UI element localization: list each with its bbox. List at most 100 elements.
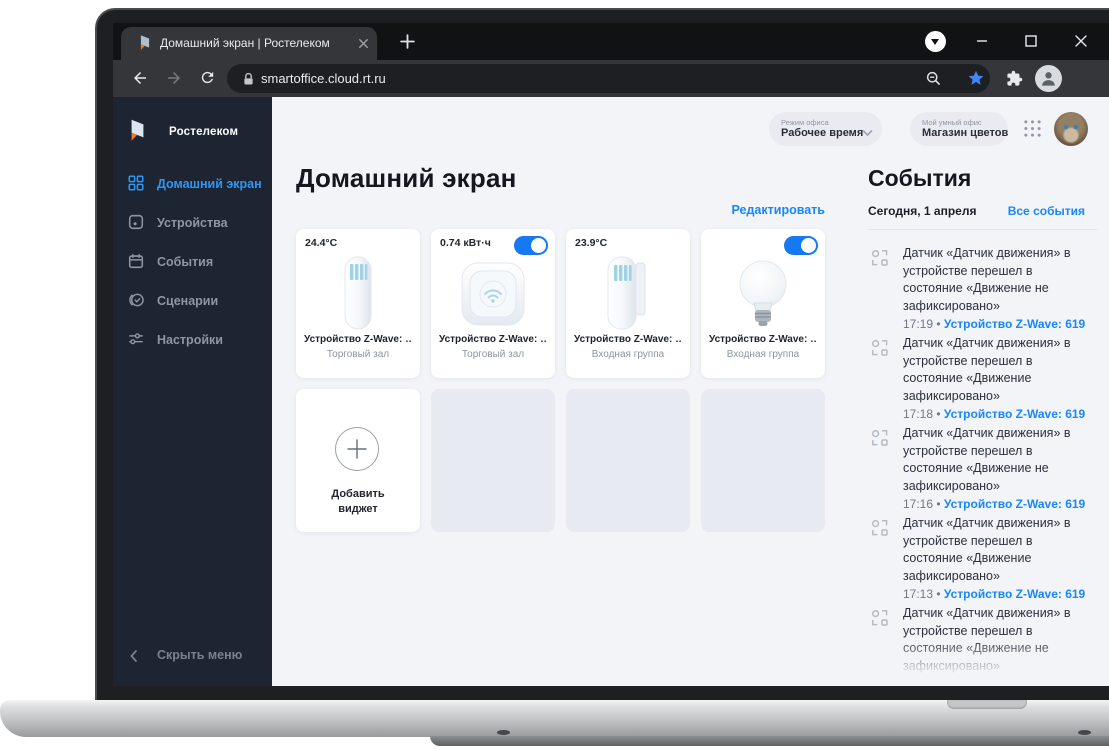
browser-window: Домашний экран | Ростелеком — [113, 23, 1109, 686]
empty-widget-slot — [431, 389, 555, 532]
event-item: Датчик «Датчик движения» в устройстве пе… — [868, 335, 1100, 424]
power-toggle-on[interactable] — [514, 236, 548, 255]
sensor-device-icon — [870, 248, 890, 273]
event-text: Датчик «Датчик движения» в устройстве пе… — [903, 245, 1079, 315]
address-bar[interactable]: smartoffice.cloud.rt.ru — [227, 64, 990, 93]
chevron-down-icon — [862, 124, 873, 142]
sidebar-item-label: Устройства — [157, 216, 228, 230]
widget-name: Устройство Z-Wave: … — [709, 334, 817, 345]
event-item: Датчик «Датчик движения» в устройстве пе… — [868, 245, 1100, 334]
all-events-link[interactable]: Все события — [973, 204, 1085, 218]
scenarios-icon — [127, 291, 145, 314]
tab-title: Домашний экран | Ростелеком — [160, 36, 330, 50]
event-item: Датчик «Датчик движения» в устройстве пе… — [868, 515, 1100, 604]
empty-widget-slot — [701, 389, 825, 532]
sidebar-item-scenarios[interactable]: Сценарии — [113, 289, 272, 315]
widget-card-light-bulb[interactable]: Устройство Z-Wave: … Входная группа — [701, 229, 825, 378]
collapse-menu-label: Скрыть меню — [157, 648, 242, 662]
sidebar-item-settings[interactable]: Настройки — [113, 328, 272, 354]
calendar-icon — [127, 252, 145, 275]
power-toggle-on[interactable] — [784, 236, 818, 255]
event-time: 17:19 — [903, 317, 933, 331]
office-mode-dropdown[interactable]: Режим офиса Рабочее время — [769, 112, 882, 146]
event-separator: • — [936, 587, 940, 601]
edit-widgets-link[interactable]: Редактировать — [296, 203, 825, 217]
laptop-base — [0, 700, 1109, 737]
faded-timestamp-placeholder — [903, 681, 1071, 686]
grid-icon — [127, 174, 145, 197]
laptop-foot — [497, 730, 510, 735]
widget-status: 23.9°C — [575, 237, 607, 249]
event-item: Датчик «Датчик движения» в устройстве пе… — [868, 425, 1100, 514]
events-divider — [868, 229, 1097, 230]
widget-location: Торговый зал — [304, 349, 412, 360]
office-selector-label: Мой умный офис — [922, 118, 982, 127]
sidebar-item-events[interactable]: События — [113, 250, 272, 276]
event-time: 17:18 — [903, 407, 933, 421]
widget-card-smart-plug[interactable]: 0.74 кВт·ч Устройство Z-Wave: … — [431, 229, 555, 378]
laptop-foot — [1078, 730, 1091, 735]
bookmark-star-icon[interactable] — [967, 69, 985, 92]
event-item: Датчик «Датчик движения» в устройстве пе… — [868, 605, 1100, 686]
browser-tab-strip: Домашний экран | Ростелеком — [113, 23, 1109, 60]
user-avatar[interactable] — [1054, 112, 1088, 146]
smart-plug-image — [431, 261, 555, 332]
event-text: Датчик «Датчик движения» в устройстве пе… — [903, 335, 1079, 405]
event-separator: • — [936, 407, 940, 421]
widget-location: Входная группа — [709, 349, 817, 360]
light-bulb-image — [701, 259, 825, 336]
page-title: Домашний экран — [296, 163, 517, 194]
reload-button[interactable] — [199, 69, 217, 87]
browser-toolbar: smartoffice.cloud.rt.ru — [113, 60, 1109, 97]
media-controls-button[interactable] — [925, 31, 946, 52]
widget-grid: 24.4°C Устройство Z-Wave: … Торговый зал… — [296, 229, 825, 532]
event-text: Датчик «Датчик движения» в устройстве пе… — [903, 425, 1079, 495]
widget-card-temperature-sensor[interactable]: 24.4°C Устройство Z-Wave: … Торговый зал — [296, 229, 420, 378]
browser-menu-icon[interactable] — [1079, 69, 1083, 87]
event-device-link[interactable]: Устройство Z-Wave: 619 — [944, 407, 1085, 421]
sidebar-item-devices[interactable]: Устройства — [113, 211, 272, 237]
event-device-link[interactable]: Устройство Z-Wave: 619 — [944, 497, 1085, 511]
event-device-link[interactable]: Устройство Z-Wave: 619 — [944, 317, 1085, 331]
widget-card-door-sensor[interactable]: 23.9°C Устройство Z-Wave: … Входная груп… — [566, 229, 690, 378]
event-text: Датчик «Датчик движения» в устройстве пе… — [903, 515, 1079, 585]
motion-sensor-image — [296, 255, 420, 336]
add-widget-card[interactable]: Добавить виджет — [296, 389, 420, 532]
sensor-device-icon — [870, 518, 890, 543]
tab-close-icon[interactable] — [357, 37, 370, 50]
laptop-base-bottom-edge — [430, 736, 1109, 746]
events-panel-title: События — [868, 165, 971, 192]
smart-office-app: Ростелеком Домашний экран — [113, 97, 1109, 686]
extensions-puzzle-icon[interactable] — [1006, 70, 1024, 88]
events-list: Датчик «Датчик движения» в устройстве пе… — [868, 245, 1100, 686]
widget-location: Входная группа — [574, 349, 682, 360]
zoom-out-indicator-icon[interactable] — [925, 70, 942, 92]
event-time: 17:16 — [903, 497, 933, 511]
window-minimize-button[interactable] — [975, 34, 989, 48]
window-close-button[interactable] — [1074, 34, 1088, 48]
empty-widget-slot — [566, 389, 690, 532]
widget-location: Торговый зал — [439, 349, 547, 360]
events-date: Сегодня, 1 апреля — [868, 204, 976, 218]
event-device-link[interactable]: Устройство Z-Wave: 619 — [944, 587, 1085, 601]
window-maximize-button[interactable] — [1024, 34, 1038, 48]
sidebar-item-home[interactable]: Домашний экран — [113, 172, 272, 198]
back-button[interactable] — [131, 69, 149, 87]
office-mode-label: Режим офиса — [781, 118, 829, 127]
lock-icon — [243, 72, 254, 91]
new-tab-button[interactable] — [399, 33, 416, 50]
office-selector-value: Магазин цветов — [922, 127, 1008, 139]
forward-button[interactable] — [165, 69, 183, 87]
office-selector[interactable]: Мой умный офис Магазин цветов — [910, 112, 1008, 146]
device-icon — [127, 213, 145, 236]
office-mode-value: Рабочее время — [781, 127, 863, 139]
browser-profile-avatar[interactable] — [1035, 65, 1062, 92]
sidebar: Ростелеком Домашний экран — [113, 97, 272, 686]
event-text: Датчик «Датчик движения» в устройстве пе… — [903, 605, 1079, 675]
apps-grid-icon[interactable] — [1023, 119, 1043, 139]
laptop-hinge-notch — [947, 700, 1027, 709]
sidebar-item-label: События — [157, 255, 213, 269]
collapse-menu-button[interactable]: Скрыть меню — [113, 646, 272, 668]
event-time: 17:13 — [903, 587, 933, 601]
browser-tab[interactable]: Домашний экран | Ростелеком — [121, 27, 377, 60]
